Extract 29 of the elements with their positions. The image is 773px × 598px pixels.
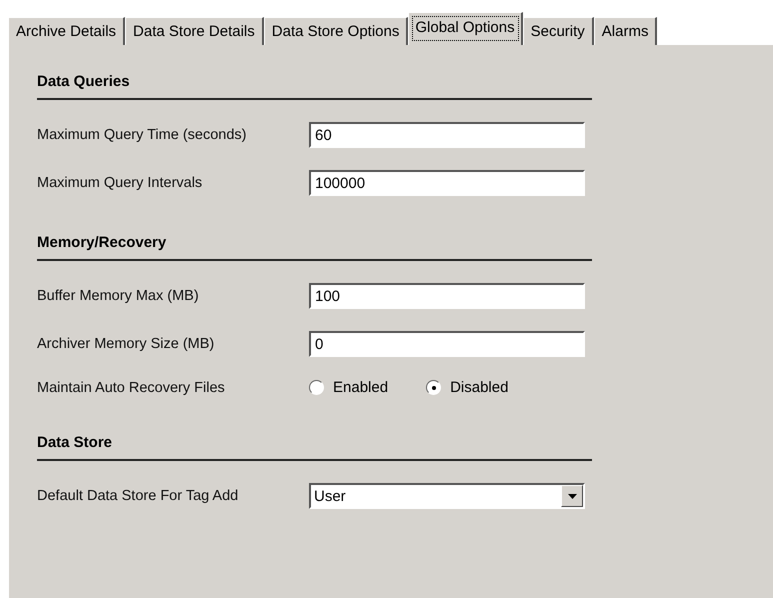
input-field[interactable]: 100000 xyxy=(309,170,585,196)
tab[interactable]: Global Options xyxy=(408,12,523,45)
input-field[interactable]: 100 xyxy=(309,283,585,309)
field-label: Buffer Memory Max (MB) xyxy=(37,288,200,304)
input-field[interactable]: 0 xyxy=(309,331,585,357)
tab[interactable]: Alarms xyxy=(594,17,658,45)
radio-option[interactable]: Enabled xyxy=(309,379,388,396)
dropdown[interactable]: User xyxy=(309,483,585,509)
field-label: Maximum Query Time (seconds) xyxy=(37,127,248,143)
tab[interactable]: Data Store Details xyxy=(125,17,264,45)
radio-label: Enabled xyxy=(333,379,388,396)
tab[interactable]: Archive Details xyxy=(8,17,126,45)
radio-icon[interactable] xyxy=(309,380,324,395)
section-heading: Data Queries xyxy=(37,73,592,100)
field-label: Archiver Memory Size (MB) xyxy=(37,336,216,352)
radio-icon[interactable] xyxy=(426,380,442,395)
caret-icon xyxy=(568,494,576,498)
radio-option[interactable]: Disabled xyxy=(426,379,508,396)
tab[interactable]: Security xyxy=(522,17,594,45)
field-label: Default Data Store For Tag Add xyxy=(37,488,240,504)
dropdown-value: User xyxy=(314,488,346,504)
dropdown-button[interactable] xyxy=(561,485,583,507)
section-heading: Data Store xyxy=(37,434,592,461)
field-label: Maintain Auto Recovery Files xyxy=(37,380,226,396)
radio-label: Disabled xyxy=(450,379,508,396)
section-heading: Memory/Recovery xyxy=(37,234,592,261)
tab[interactable]: Data Store Options xyxy=(264,17,408,45)
input-field[interactable]: 60 xyxy=(309,122,585,148)
field-label: Maximum Query Intervals xyxy=(37,175,204,191)
